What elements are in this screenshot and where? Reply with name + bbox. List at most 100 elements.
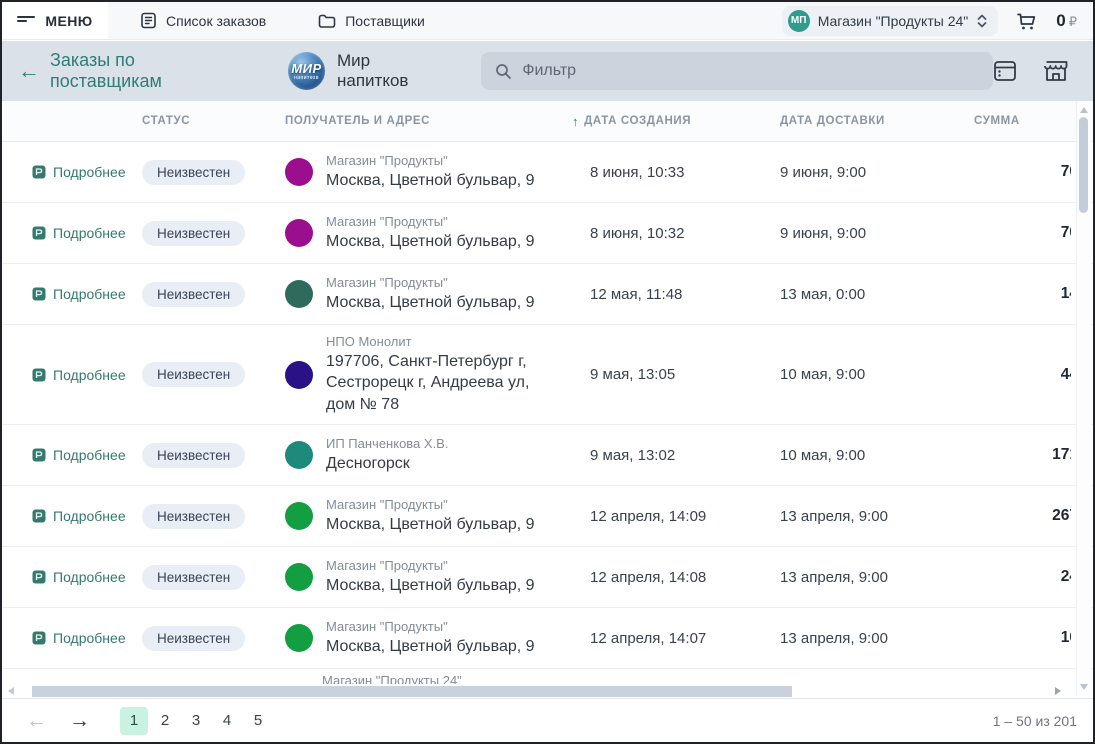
tab-suppliers[interactable]: Поставщики [298, 2, 445, 39]
previous-page-arrow[interactable]: ← [18, 710, 55, 731]
recipient-text: Магазин "Продукты" Москва, Цветной бульв… [326, 275, 544, 314]
details-button[interactable]: Подробнее [32, 425, 126, 485]
status-badge: Неизвестен [142, 504, 245, 529]
column-header-delivery: ДАТА ДОСТАВКИ [780, 101, 885, 141]
storefront-icon[interactable] [1043, 60, 1069, 83]
back-navigation[interactable]: ← Заказы по поставщикам [18, 50, 246, 92]
tab-order-list[interactable]: Список заказов [120, 2, 286, 39]
details-icon [32, 226, 46, 240]
menu-button[interactable]: МЕНЮ [2, 2, 108, 39]
sum-cell: 10 [993, 608, 1071, 668]
cart-button[interactable] [1016, 11, 1038, 31]
table-row: Подробнее Неизвестен Магазин "Продукты" … [2, 608, 1093, 669]
horizontal-scrollbar[interactable] [2, 684, 1075, 698]
details-icon [32, 509, 46, 523]
details-label: Подробнее [53, 367, 126, 383]
recipient-cell: НПО Монолит 197706, Санкт-Петербург г, С… [285, 325, 544, 424]
page-number-2[interactable]: 2 [151, 707, 179, 735]
details-label: Подробнее [53, 569, 126, 585]
recipient-text: Магазин "Продукты" Москва, Цветной бульв… [326, 153, 544, 192]
sum-cell: 24 [993, 547, 1071, 607]
table-row: Подробнее Неизвестен Магазин "Продукты" … [2, 486, 1093, 547]
created-date-cell: 9 мая, 13:05 [590, 325, 675, 424]
sum-value: 171 [1052, 446, 1071, 464]
recipient-text: Магазин "Продукты" Москва, Цветной бульв… [326, 214, 544, 253]
created-date-cell: 12 мая, 11:48 [590, 264, 682, 324]
sum-value: 70 [1061, 224, 1071, 242]
vertical-scrollbar[interactable] [1076, 101, 1091, 696]
details-button[interactable]: Подробнее [32, 608, 126, 668]
sum-value: 24 [1061, 568, 1071, 586]
recipient-avatar [285, 624, 313, 652]
store-selector-label: Магазин "Продукты 24" [818, 13, 969, 29]
order-rows: Подробнее Неизвестен Магазин "Продукты" … [2, 142, 1093, 669]
scroll-left-arrow-icon[interactable] [8, 687, 14, 695]
page-number-4[interactable]: 4 [213, 707, 241, 735]
sum-value: 267 [1052, 507, 1071, 525]
scroll-down-arrow-icon[interactable] [1080, 684, 1088, 690]
recipient-address: Москва, Цветной бульвар, 9 [326, 514, 544, 536]
horizontal-scrollbar-thumb[interactable] [32, 686, 792, 697]
details-button[interactable]: Подробнее [32, 325, 126, 424]
details-label: Подробнее [53, 447, 126, 463]
page-number-1[interactable]: 1 [120, 707, 148, 735]
sort-ascending-icon: ↑ [572, 114, 579, 129]
details-label: Подробнее [53, 225, 126, 241]
column-header-recipient: ПОЛУЧАТЕЛЬ И АДРЕС [285, 101, 430, 141]
scroll-right-arrow-icon[interactable] [1055, 687, 1061, 695]
details-button[interactable]: Подробнее [32, 264, 126, 324]
status-badge: Неизвестен [142, 443, 245, 468]
next-page-arrow[interactable]: → [61, 710, 98, 731]
status-cell: Неизвестен [142, 203, 245, 263]
filter-field[interactable] [481, 52, 993, 90]
app-window: МЕНЮ Список заказов Поставщики МП Магази… [2, 2, 1093, 742]
sum-value: 44 [1061, 366, 1071, 384]
recipient-text: Магазин "Продукты" Москва, Цветной бульв… [326, 619, 544, 658]
status-badge: Неизвестен [142, 282, 245, 307]
details-button[interactable]: Подробнее [32, 547, 126, 607]
vertical-scrollbar-thumb[interactable] [1079, 117, 1088, 213]
recipient-avatar [285, 361, 313, 389]
page-number-3[interactable]: 3 [182, 707, 210, 735]
column-header-created[interactable]: ↑ ДАТА СОЗДАНИЯ [572, 101, 691, 141]
table-row: Подробнее Неизвестен НПО Монолит 197706,… [2, 325, 1093, 425]
recipient-cell: Магазин "Продукты" Москва, Цветной бульв… [285, 264, 544, 324]
filter-input[interactable] [522, 62, 979, 80]
details-label: Подробнее [53, 164, 126, 180]
recipient-text: ИП Панченкова Х.В. Десногорск [326, 436, 544, 475]
recipient-avatar [285, 219, 313, 247]
pagination-bar: ← → 12345 1 – 50 из 201 [2, 698, 1093, 742]
status-cell: Неизвестен [142, 264, 245, 324]
table-row: Подробнее Неизвестен Магазин "Продукты" … [2, 142, 1093, 203]
recipient-cell: Магазин "Продукты" Москва, Цветной бульв… [285, 203, 544, 263]
status-badge: Неизвестен [142, 565, 245, 590]
table-view-icon[interactable] [993, 60, 1017, 82]
recipient-name: Магазин "Продукты" [326, 275, 544, 290]
status-cell: Неизвестен [142, 608, 245, 668]
details-button[interactable]: Подробнее [32, 203, 126, 263]
page-number-5[interactable]: 5 [244, 707, 272, 735]
sum-cell: 70 [993, 203, 1071, 263]
status-cell: Неизвестен [142, 425, 245, 485]
details-button[interactable]: Подробнее [32, 486, 126, 546]
scroll-up-arrow-icon[interactable] [1080, 107, 1088, 113]
store-selector[interactable]: МП Магазин "Продукты 24" [782, 6, 999, 36]
details-icon [32, 448, 46, 462]
sum-cell: 171 [993, 425, 1071, 485]
recipient-avatar [285, 502, 313, 530]
details-icon [32, 570, 46, 584]
table-row: Подробнее Неизвестен Магазин "Продукты" … [2, 264, 1093, 325]
status-badge: Неизвестен [142, 221, 245, 246]
details-label: Подробнее [53, 286, 126, 302]
hamburger-icon [17, 15, 35, 27]
created-date-cell: 8 июня, 10:33 [590, 142, 684, 202]
sum-cell: 70 [993, 142, 1071, 202]
recipient-cell: Магазин "Продукты" Москва, Цветной бульв… [285, 142, 544, 202]
details-button[interactable]: Подробнее [32, 142, 126, 202]
status-cell: Неизвестен [142, 325, 245, 424]
recipient-address: Москва, Цветной бульвар, 9 [326, 292, 544, 314]
delivery-date-cell: 13 мая, 0:00 [780, 264, 865, 324]
recipient-text: НПО Монолит 197706, Санкт-Петербург г, С… [326, 334, 544, 416]
sum-cell: 14 [993, 264, 1071, 324]
chevron-up-down-icon [976, 13, 988, 29]
